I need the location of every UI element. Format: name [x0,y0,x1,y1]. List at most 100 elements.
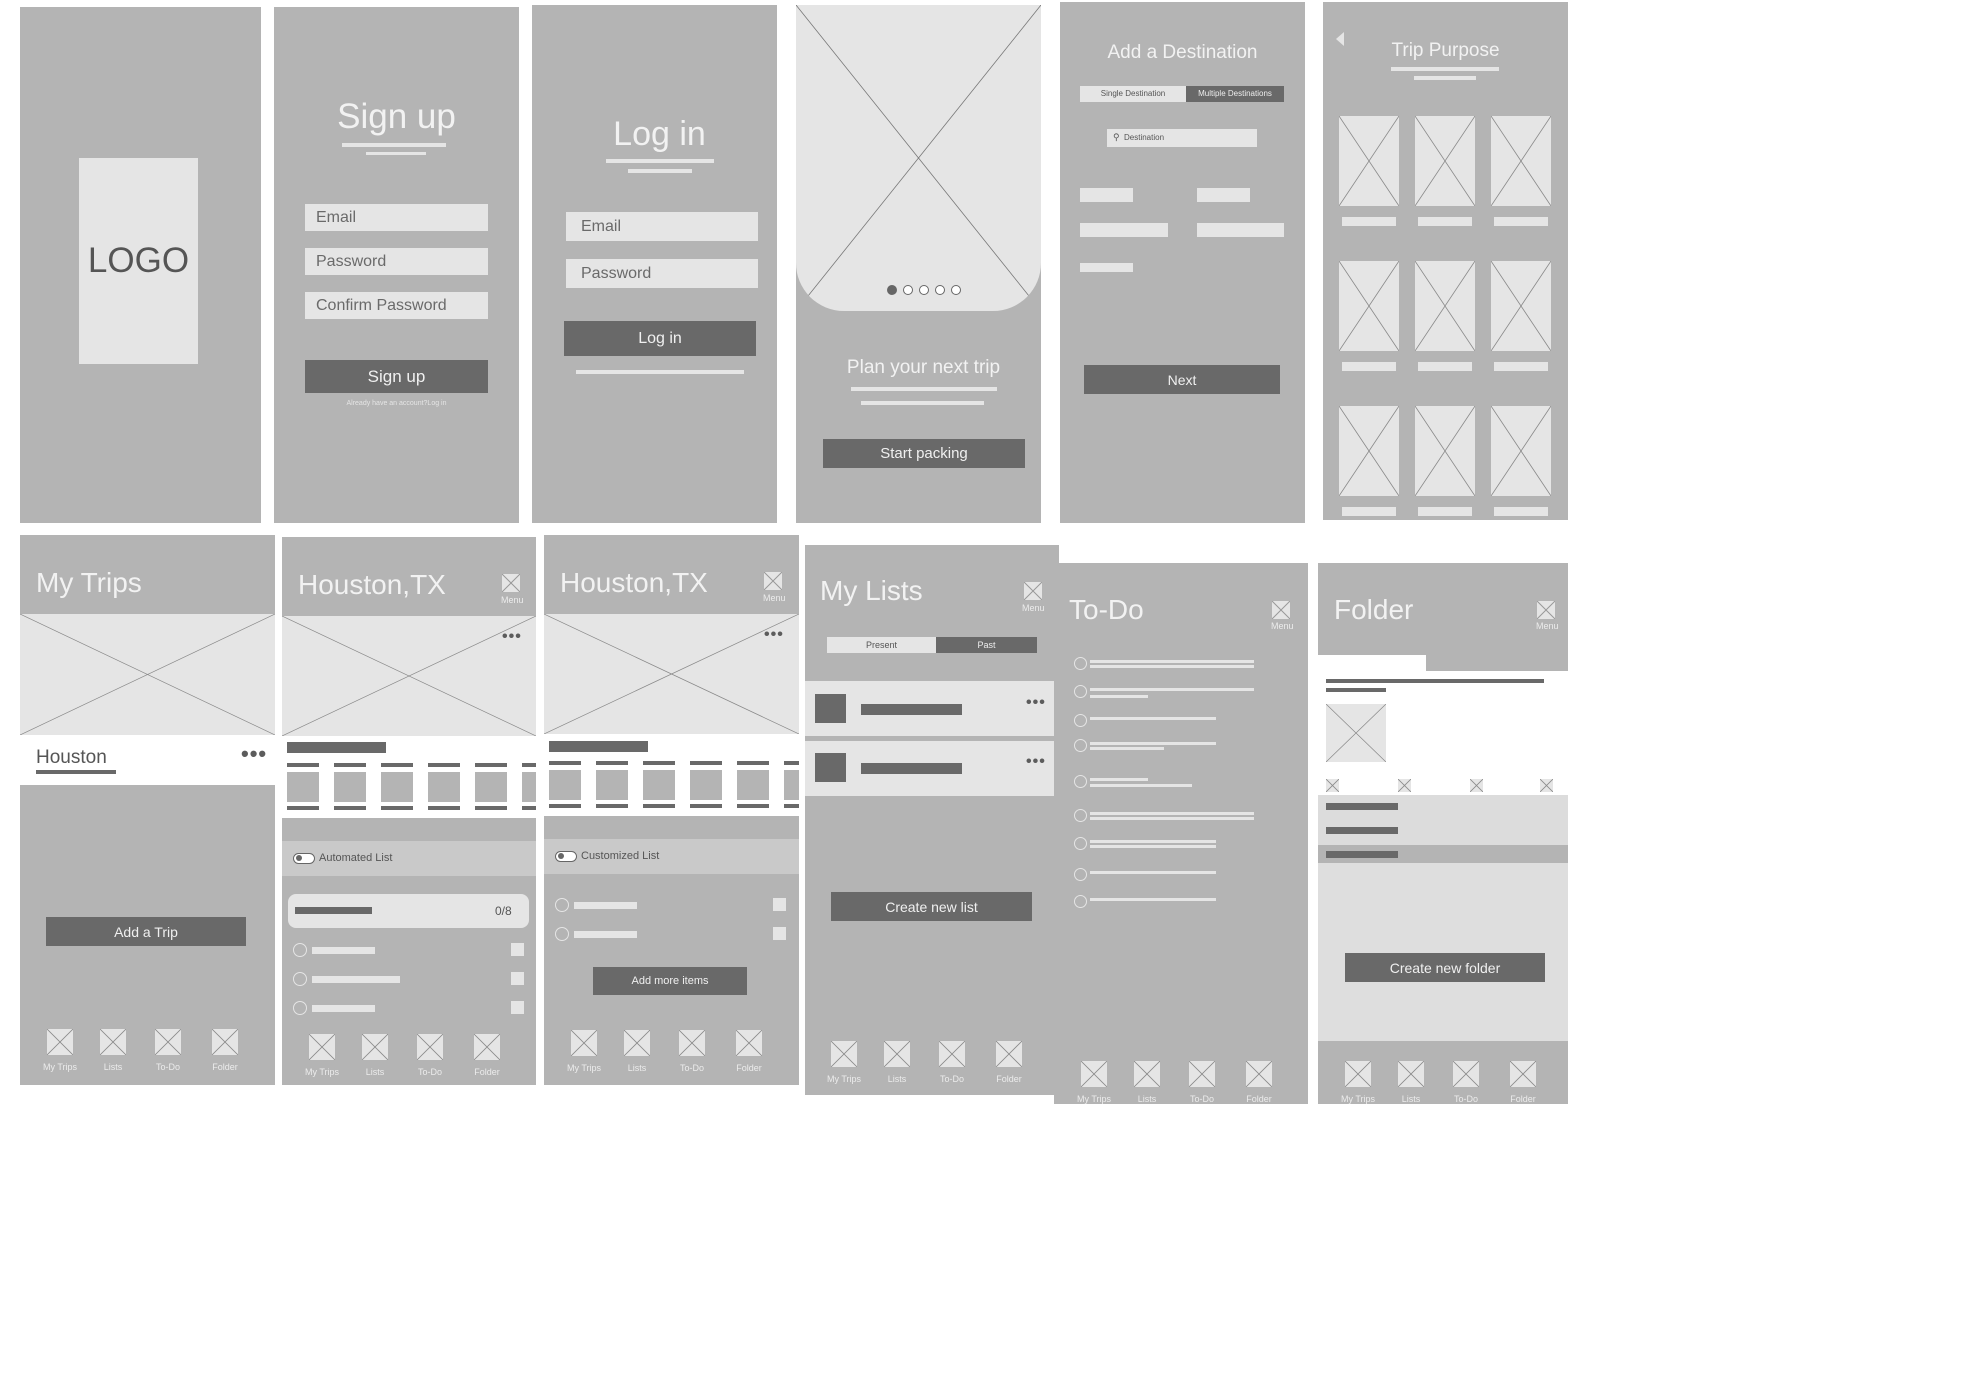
folder-item-icon[interactable] [1326,779,1339,792]
menu-label[interactable]: Menu [1536,621,1559,631]
todo-checkbox[interactable] [1074,837,1087,850]
nav-my-trips-icon[interactable] [309,1034,335,1060]
menu-icon[interactable] [764,572,782,590]
purpose-option-image[interactable] [1491,261,1551,351]
segment-multiple[interactable]: Multiple Destinations [1186,86,1284,102]
option-placeholder[interactable] [1197,188,1250,202]
menu-label[interactable]: Menu [1271,621,1294,631]
menu-label[interactable]: Menu [501,595,524,605]
page-dot[interactable] [935,285,945,295]
nav-folder-icon[interactable] [996,1041,1022,1067]
nav-folder-label[interactable]: Folder [1488,1094,1558,1104]
more-options-icon[interactable]: ••• [241,743,267,765]
nav-folder-label[interactable]: Folder [974,1074,1044,1084]
add-more-items-button[interactable]: Add more items [593,967,747,995]
option-placeholder[interactable] [1197,223,1284,237]
category-item[interactable] [596,770,628,800]
nav-folder-icon[interactable] [212,1029,238,1055]
item-radio[interactable] [555,927,569,941]
nav-todo-icon[interactable] [679,1030,705,1056]
more-options-icon[interactable]: ••• [1026,754,1046,770]
item-radio[interactable] [293,972,307,986]
nav-folder-icon[interactable] [474,1034,500,1060]
password-field[interactable]: Password [566,259,758,288]
nav-todo-icon[interactable] [1453,1061,1479,1087]
option-placeholder[interactable] [1080,188,1133,202]
item-checkbox[interactable] [511,972,524,985]
next-button[interactable]: Next [1084,365,1280,394]
trip-card[interactable]: Houston ••• [20,735,275,785]
nav-my-trips-icon[interactable] [1081,1061,1107,1087]
todo-checkbox[interactable] [1074,657,1087,670]
menu-icon[interactable] [1537,601,1555,619]
page-dot[interactable] [919,285,929,295]
item-checkbox[interactable] [773,927,786,940]
nav-lists-icon[interactable] [1134,1061,1160,1087]
folder-item-icon[interactable] [1398,779,1411,792]
item-checkbox[interactable] [511,1001,524,1014]
create-new-folder-button[interactable]: Create new folder [1345,953,1545,982]
category-item[interactable] [428,772,460,802]
segment-single[interactable]: Single Destination [1080,86,1186,102]
more-options-icon[interactable]: ••• [1026,695,1046,711]
nav-lists-icon[interactable] [624,1030,650,1056]
nav-todo-icon[interactable] [417,1034,443,1060]
purpose-option-image[interactable] [1415,116,1475,206]
nav-folder-label[interactable]: Folder [452,1067,522,1077]
purpose-option-image[interactable] [1491,116,1551,206]
more-options-icon[interactable]: ••• [764,627,784,643]
email-field[interactable]: Email [305,204,488,231]
option-placeholder[interactable] [1080,223,1168,237]
nav-lists-icon[interactable] [362,1034,388,1060]
category-item[interactable] [784,770,799,800]
todo-checkbox[interactable] [1074,895,1087,908]
page-dot[interactable] [903,285,913,295]
list-item[interactable]: ••• [805,681,1059,736]
todo-checkbox[interactable] [1074,739,1087,752]
nav-my-trips-icon[interactable] [571,1030,597,1056]
category-item[interactable] [475,772,507,802]
more-options-icon[interactable]: ••• [502,629,522,645]
item-radio[interactable] [293,943,307,957]
folder-item-icon[interactable] [1540,779,1553,792]
category-item[interactable] [381,772,413,802]
option-placeholder[interactable] [1080,263,1133,272]
category-item[interactable] [690,770,722,800]
item-radio[interactable] [293,1001,307,1015]
nav-lists-icon[interactable] [100,1029,126,1055]
todo-checkbox[interactable] [1074,775,1087,788]
customized-list-toggle[interactable] [555,851,577,862]
todo-checkbox[interactable] [1074,868,1087,881]
nav-folder-label[interactable]: Folder [190,1062,260,1072]
login-button[interactable]: Log in [564,321,756,356]
nav-folder-label[interactable]: Folder [714,1063,784,1073]
nav-my-trips-icon[interactable] [1345,1061,1371,1087]
category-item[interactable] [737,770,769,800]
menu-icon[interactable] [502,574,520,592]
menu-label[interactable]: Menu [763,593,786,603]
nav-folder-icon[interactable] [1246,1061,1272,1087]
nav-folder-icon[interactable] [736,1030,762,1056]
todo-checkbox[interactable] [1074,714,1087,727]
nav-my-trips-icon[interactable] [47,1029,73,1055]
purpose-option-image[interactable] [1415,261,1475,351]
category-item[interactable] [334,772,366,802]
nav-lists-icon[interactable] [1398,1061,1424,1087]
nav-todo-icon[interactable] [1189,1061,1215,1087]
destination-search-input[interactable]: ⚲ Destination [1107,129,1257,147]
item-checkbox[interactable] [511,943,524,956]
confirm-password-field[interactable]: Confirm Password [305,292,488,319]
todo-checkbox[interactable] [1074,809,1087,822]
trip-image-placeholder[interactable] [20,614,275,735]
nav-my-trips-icon[interactable] [831,1041,857,1067]
nav-folder-icon[interactable] [1510,1061,1536,1087]
category-item[interactable] [549,770,581,800]
item-radio[interactable] [555,898,569,912]
automated-list-toggle[interactable] [293,853,315,864]
email-field[interactable]: Email [566,212,758,241]
purpose-option-image[interactable] [1491,406,1551,496]
menu-icon[interactable] [1024,582,1042,600]
add-trip-button[interactable]: Add a Trip [46,917,246,946]
purpose-option-image[interactable] [1339,261,1399,351]
purpose-option-image[interactable] [1339,406,1399,496]
